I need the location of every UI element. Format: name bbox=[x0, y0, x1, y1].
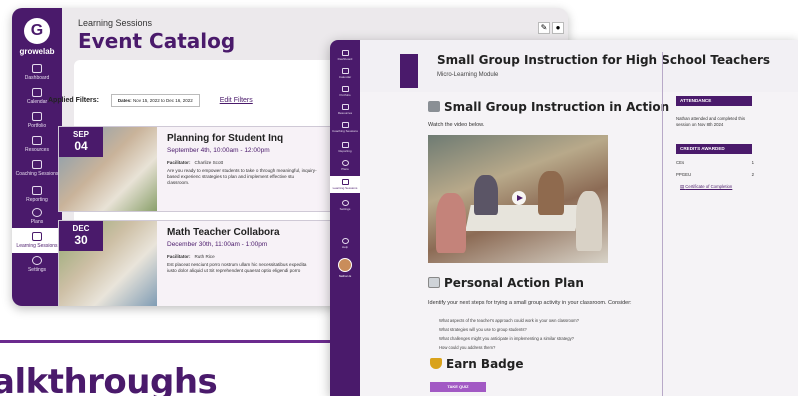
gear-icon bbox=[341, 200, 349, 206]
module-title: Small Group Instruction for High School … bbox=[437, 53, 771, 67]
dashboard-icon bbox=[32, 64, 42, 73]
attendance-heading: ATTENDANCE bbox=[676, 96, 752, 106]
sidebar-item-settings[interactable]: Settings bbox=[330, 200, 360, 211]
event-title[interactable]: Planning for Student Inq bbox=[167, 133, 347, 144]
applied-filters: Applied Filters: Dates: Nov 15, 2022 to … bbox=[48, 94, 253, 107]
page-heading: alkthroughs bbox=[0, 362, 218, 396]
sidebar: Dashboard Calendar Portfolio Resources C… bbox=[330, 40, 360, 396]
attendance-text: Nathan attended and completed this sessi… bbox=[676, 116, 746, 127]
reflection-question: What challenges might you anticipate in … bbox=[439, 336, 574, 341]
reflection-question: What aspects of the teacher's approach c… bbox=[439, 318, 579, 323]
video-student bbox=[436, 193, 466, 253]
video-student bbox=[538, 171, 564, 215]
dashboard-icon bbox=[341, 50, 349, 56]
event-card[interactable]: SEP 04 Planning for Student Inq Septembe… bbox=[58, 126, 358, 212]
sidebar-item-plans[interactable]: Plans bbox=[330, 160, 360, 171]
sidebar-item-help[interactable]: Help bbox=[330, 238, 360, 249]
user-name[interactable]: Nathan E bbox=[330, 274, 360, 278]
gear-icon bbox=[32, 256, 42, 265]
notepad-icon bbox=[428, 277, 440, 288]
event-description: Est placeat nesciunt porro nostrum ullam… bbox=[167, 262, 307, 273]
chart-icon bbox=[341, 142, 349, 148]
header-accent-bar bbox=[400, 54, 418, 88]
screenshot-stage: alkthroughs G growelab Dashboard Calenda… bbox=[0, 0, 798, 396]
sidebar-item-settings[interactable]: Settings bbox=[12, 256, 62, 273]
sidebar-item-plans[interactable]: Plans bbox=[12, 208, 62, 225]
event-description: Are you ready to empower students to tak… bbox=[167, 168, 317, 185]
reflection-question: How could you address them? bbox=[439, 345, 496, 350]
event-date-badge: SEP 04 bbox=[59, 127, 103, 157]
avatar[interactable] bbox=[338, 258, 352, 272]
credit-row: CEs 1 bbox=[676, 160, 754, 165]
credit-row: PPGEU 2 bbox=[676, 172, 754, 177]
play-icon[interactable] bbox=[512, 191, 526, 205]
credits-heading: CREDITS AWARDED bbox=[676, 144, 752, 154]
section-plan-heading: Personal Action Plan bbox=[428, 276, 584, 290]
calendar-icon bbox=[32, 88, 42, 97]
section-video-intro: Watch the video below. bbox=[428, 122, 485, 128]
chart-icon bbox=[32, 186, 42, 195]
filters-label: Applied Filters: bbox=[48, 97, 99, 104]
sidebar-item-coaching-sessions[interactable]: Coaching Sessions bbox=[12, 160, 62, 177]
date-filter-pill[interactable]: Dates: Nov 15, 2022 to Dec 16, 2022 bbox=[110, 94, 200, 107]
edit-filters-link[interactable]: Edit Filters bbox=[220, 97, 253, 104]
page-title: Event Catalog bbox=[78, 29, 236, 53]
chat-icon bbox=[32, 160, 42, 169]
sidebar-item-learning-sessions[interactable]: Learning Sessions bbox=[330, 176, 360, 193]
sidebar-item-portfolio[interactable]: Portfolio bbox=[12, 112, 62, 129]
graduation-cap-icon bbox=[341, 179, 349, 185]
sidebar-item-reporting[interactable]: Reporting bbox=[12, 186, 62, 203]
book-icon bbox=[32, 136, 42, 145]
section-badge-heading: Earn Badge bbox=[430, 357, 524, 371]
sidebar-item-portfolio[interactable]: Portfolio bbox=[330, 86, 360, 97]
camera-icon bbox=[428, 101, 440, 112]
event-card[interactable]: DEC 30 Math Teacher Collabora December 3… bbox=[58, 220, 358, 306]
module-subtitle: Micro-Learning Module bbox=[437, 72, 499, 78]
event-details: Planning for Student Inq September 4th, … bbox=[157, 127, 357, 211]
video-player[interactable] bbox=[428, 135, 608, 263]
video-student bbox=[474, 175, 498, 215]
breadcrumb[interactable]: Learning Sessions bbox=[78, 18, 152, 28]
trophy-icon bbox=[430, 358, 442, 369]
reflection-question: What strategies will you use to group st… bbox=[439, 327, 527, 332]
event-datetime: September 4th, 10:00am - 12:00pm bbox=[167, 147, 270, 154]
portfolio-icon bbox=[341, 86, 349, 92]
sidebar: G growelab Dashboard Calendar Portfolio … bbox=[12, 8, 62, 306]
sidebar-item-resources[interactable]: Resources bbox=[330, 104, 360, 115]
graduation-cap-icon bbox=[32, 232, 42, 241]
accent-divider bbox=[0, 340, 330, 343]
notification-icon[interactable]: ● bbox=[552, 22, 564, 34]
event-facilitator: Facilitator: Ruth Rice bbox=[167, 254, 215, 259]
section-video-heading: Small Group Instruction in Action bbox=[428, 100, 669, 114]
sidebar-item-resources[interactable]: Resources bbox=[12, 136, 62, 153]
growelab-logo-icon[interactable]: G bbox=[24, 18, 50, 44]
event-date-badge: DEC 30 bbox=[59, 221, 103, 251]
event-facilitator: Facilitator: Charlize Scott bbox=[167, 160, 224, 165]
chat-icon bbox=[341, 122, 349, 128]
calendar-icon bbox=[341, 68, 349, 74]
help-icon bbox=[341, 238, 349, 244]
sidebar-item-coaching-sessions[interactable]: Coaching Sessions bbox=[330, 122, 360, 133]
book-icon bbox=[341, 104, 349, 110]
event-datetime: December 30th, 11:00am - 1:00pm bbox=[167, 241, 268, 248]
brand-name: growelab bbox=[19, 47, 55, 56]
sidebar-item-learning-sessions[interactable]: Learning Sessions bbox=[12, 228, 62, 253]
portfolio-icon bbox=[32, 112, 42, 121]
sidebar-item-reporting[interactable]: Reporting bbox=[330, 142, 360, 153]
sidebar-divider bbox=[662, 52, 663, 396]
sidebar-item-dashboard[interactable]: Dashboard bbox=[330, 50, 360, 61]
event-title[interactable]: Math Teacher Collabora bbox=[167, 227, 347, 238]
compass-icon bbox=[341, 160, 349, 166]
video-student bbox=[576, 191, 602, 251]
compass-icon bbox=[32, 208, 42, 217]
certificate-link[interactable]: ▤ Certificate of Completion bbox=[680, 184, 732, 190]
event-details: Math Teacher Collabora December 30th, 11… bbox=[157, 221, 357, 306]
sidebar-item-calendar[interactable]: Calendar bbox=[330, 68, 360, 79]
edit-icon[interactable]: ✎ bbox=[538, 22, 550, 34]
section-plan-intro: Identify your next steps for trying a sm… bbox=[428, 300, 632, 306]
sidebar-item-dashboard[interactable]: Dashboard bbox=[12, 64, 62, 81]
take-quiz-button[interactable]: TAKE QUIZ bbox=[430, 382, 486, 392]
